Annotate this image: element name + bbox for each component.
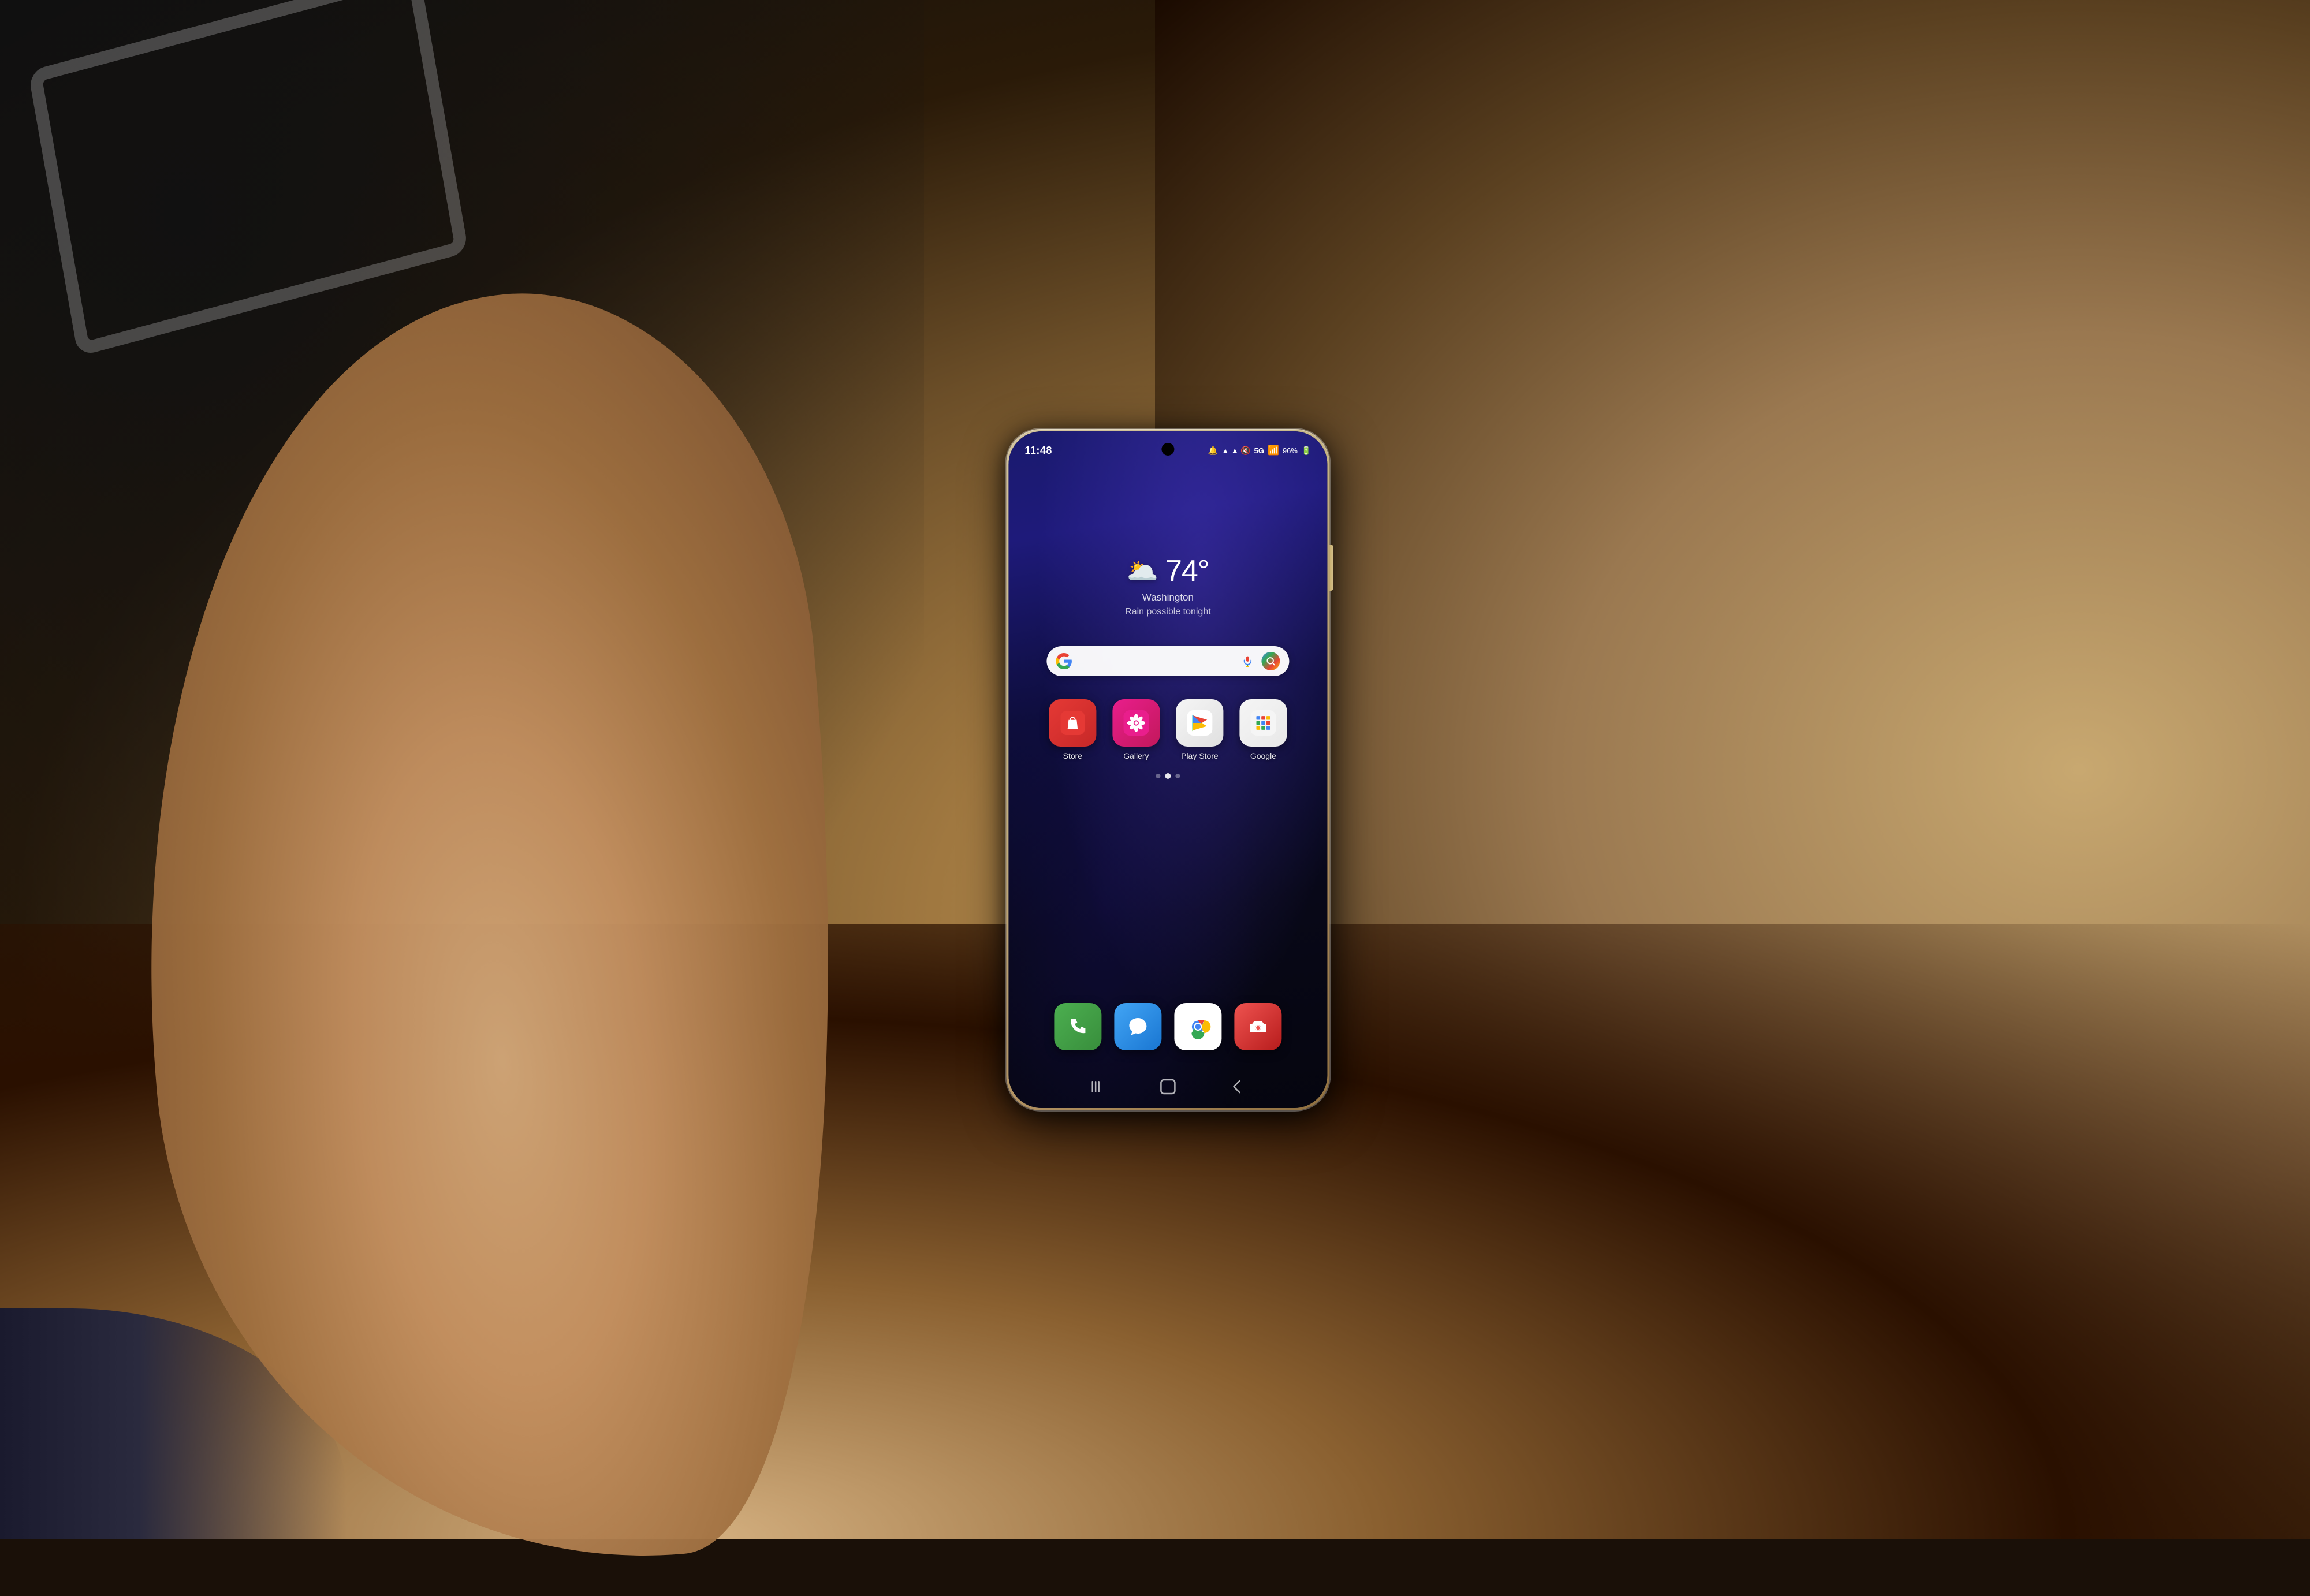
page-dot-1[interactable]	[1156, 774, 1160, 778]
app-play-store-label: Play Store	[1181, 751, 1219, 760]
app-google-icon[interactable]	[1239, 699, 1287, 747]
google-g-logo	[1056, 653, 1072, 669]
signal-bars: 📶	[1268, 445, 1279, 456]
app-google-wrapper[interactable]: Google	[1237, 699, 1289, 760]
weather-icon: 🌥️	[1127, 556, 1158, 586]
weather-main: 🌥️ 74°	[1127, 554, 1209, 588]
phone-body: 11:48 🔔 ▲ ▴ 🔇 5G 📶	[1006, 429, 1329, 1110]
app-store-label: Store	[1063, 751, 1082, 760]
app-grid: Store	[1046, 699, 1289, 760]
page-dot-3[interactable]	[1175, 774, 1180, 778]
app-gallery-label: Gallery	[1123, 751, 1149, 760]
page-dot-2[interactable]	[1165, 773, 1171, 779]
nav-bar	[1008, 1078, 1327, 1095]
signal-5g: 5G	[1254, 446, 1264, 455]
nav-back-button[interactable]	[1224, 1078, 1249, 1095]
weather-location: Washington	[1142, 592, 1194, 603]
dock-phone-icon[interactable]	[1054, 1003, 1101, 1050]
nav-recents-button[interactable]	[1086, 1078, 1112, 1095]
alarm-icon: ▲	[1221, 446, 1229, 455]
phone-wrapper: 11:48 🔔 ▲ ▴ 🔇 5G 📶	[1006, 429, 1329, 1110]
weather-temperature: 74°	[1165, 554, 1209, 588]
app-store-icon[interactable]	[1049, 699, 1096, 747]
dock-messages-icon[interactable]	[1114, 1003, 1161, 1050]
wifi-icon: ▴	[1232, 445, 1237, 456]
phone-screen-outer: 11:48 🔔 ▲ ▴ 🔇 5G 📶	[1008, 431, 1327, 1108]
app-play-store-icon[interactable]	[1176, 699, 1223, 747]
phone-screen: 11:48 🔔 ▲ ▴ 🔇 5G 📶	[1008, 431, 1327, 1108]
battery-icon: 🔋	[1301, 446, 1311, 456]
camera-hole	[1161, 443, 1174, 456]
app-store-wrapper[interactable]: Store	[1046, 699, 1098, 760]
mute-icon: 🔇	[1240, 446, 1250, 456]
battery-percent: 96%	[1283, 446, 1298, 455]
weather-widget[interactable]: 🌥️ 74° Washington Rain possible tonight	[1125, 554, 1211, 617]
search-lens-icon[interactable]	[1261, 652, 1280, 670]
app-gallery-wrapper[interactable]: Gallery	[1110, 699, 1162, 760]
nav-home-button[interactable]	[1155, 1078, 1180, 1095]
app-play-store-wrapper[interactable]: Play Store	[1173, 699, 1225, 760]
dock-camera-icon[interactable]	[1234, 1003, 1281, 1050]
app-gallery-icon[interactable]	[1112, 699, 1160, 747]
search-bar[interactable]	[1046, 646, 1289, 676]
search-mic-icon[interactable]	[1239, 653, 1255, 669]
dock	[1054, 1003, 1281, 1050]
weather-description: Rain possible tonight	[1125, 607, 1211, 617]
notification-icon: 🔔	[1208, 446, 1218, 456]
dock-chrome-icon[interactable]	[1174, 1003, 1221, 1050]
status-time: 11:48	[1024, 445, 1052, 457]
status-icons: 🔔 ▲ ▴ 🔇 5G 📶 96% 🔋	[1208, 445, 1312, 456]
app-google-label: Google	[1250, 751, 1276, 760]
page-dots	[1156, 773, 1180, 779]
